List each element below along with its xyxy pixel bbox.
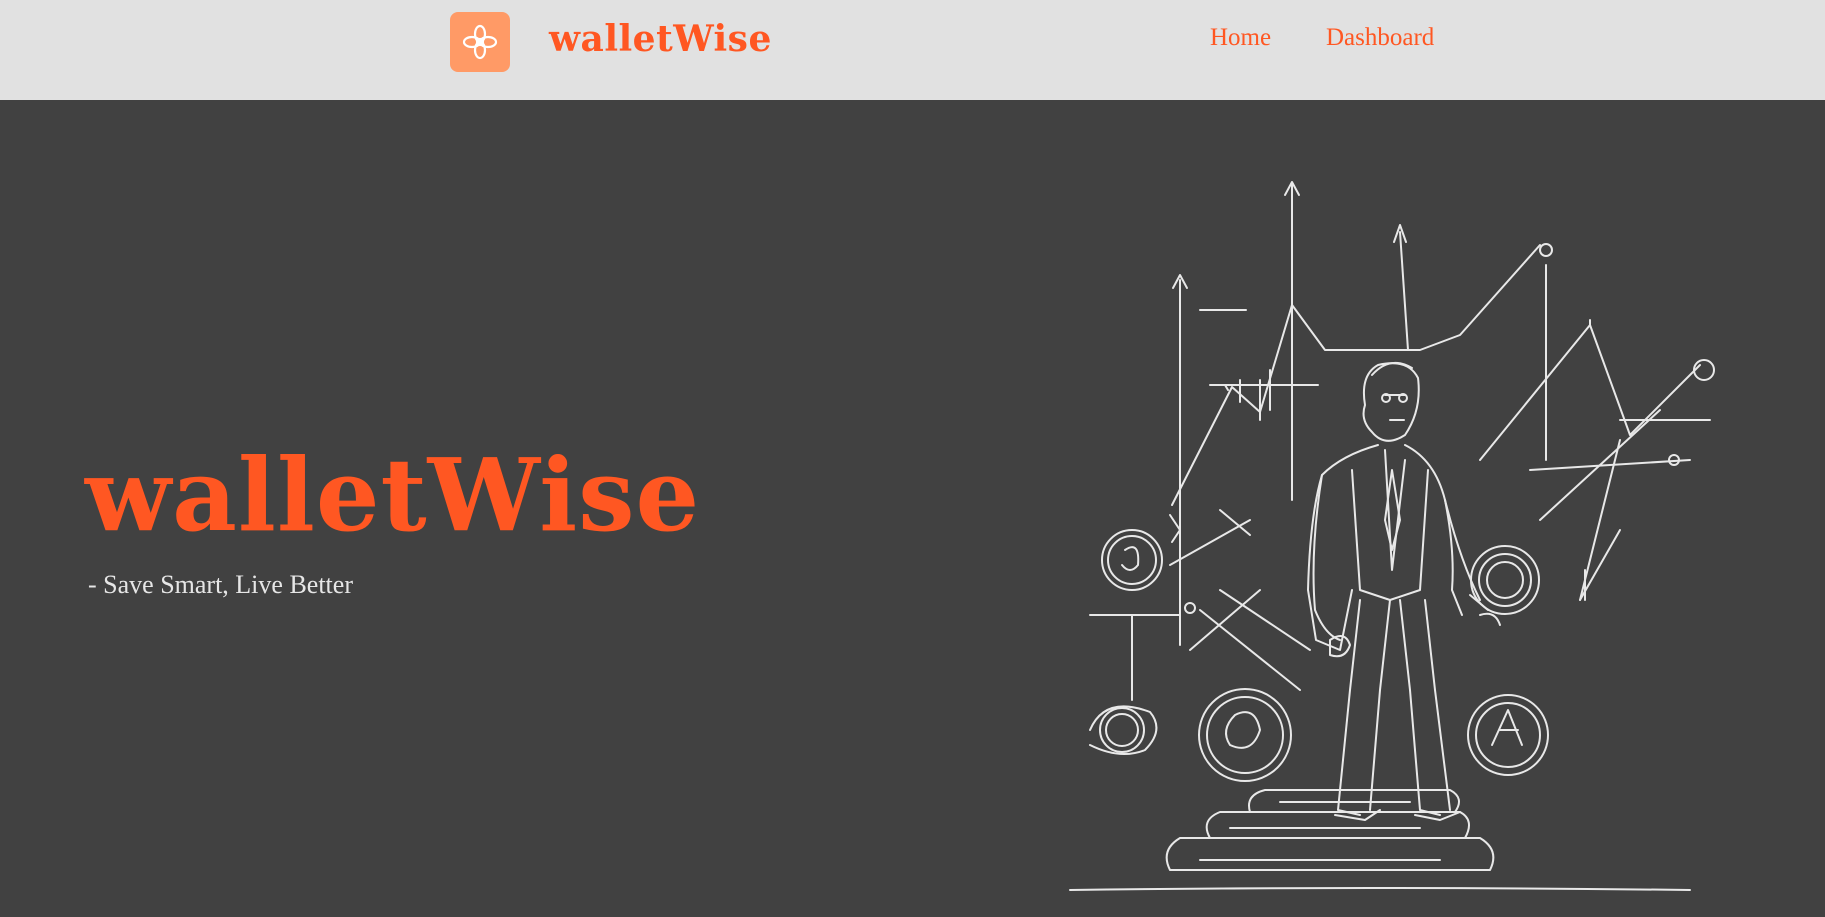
app-logo[interactable] — [450, 12, 510, 72]
businessman-illustration — [1069, 181, 1715, 891]
nav-link-home[interactable]: Home — [1210, 24, 1271, 52]
flower-swirl-icon — [462, 24, 498, 60]
hero-title: walletWise — [85, 436, 701, 554]
hero-subtitle: - Save Smart, Live Better — [88, 570, 353, 599]
brand-name[interactable]: walletWise — [549, 18, 772, 60]
top-navbar: walletWise Home Dashboard — [0, 0, 1825, 100]
nav-link-dashboard[interactable]: Dashboard — [1326, 24, 1434, 52]
